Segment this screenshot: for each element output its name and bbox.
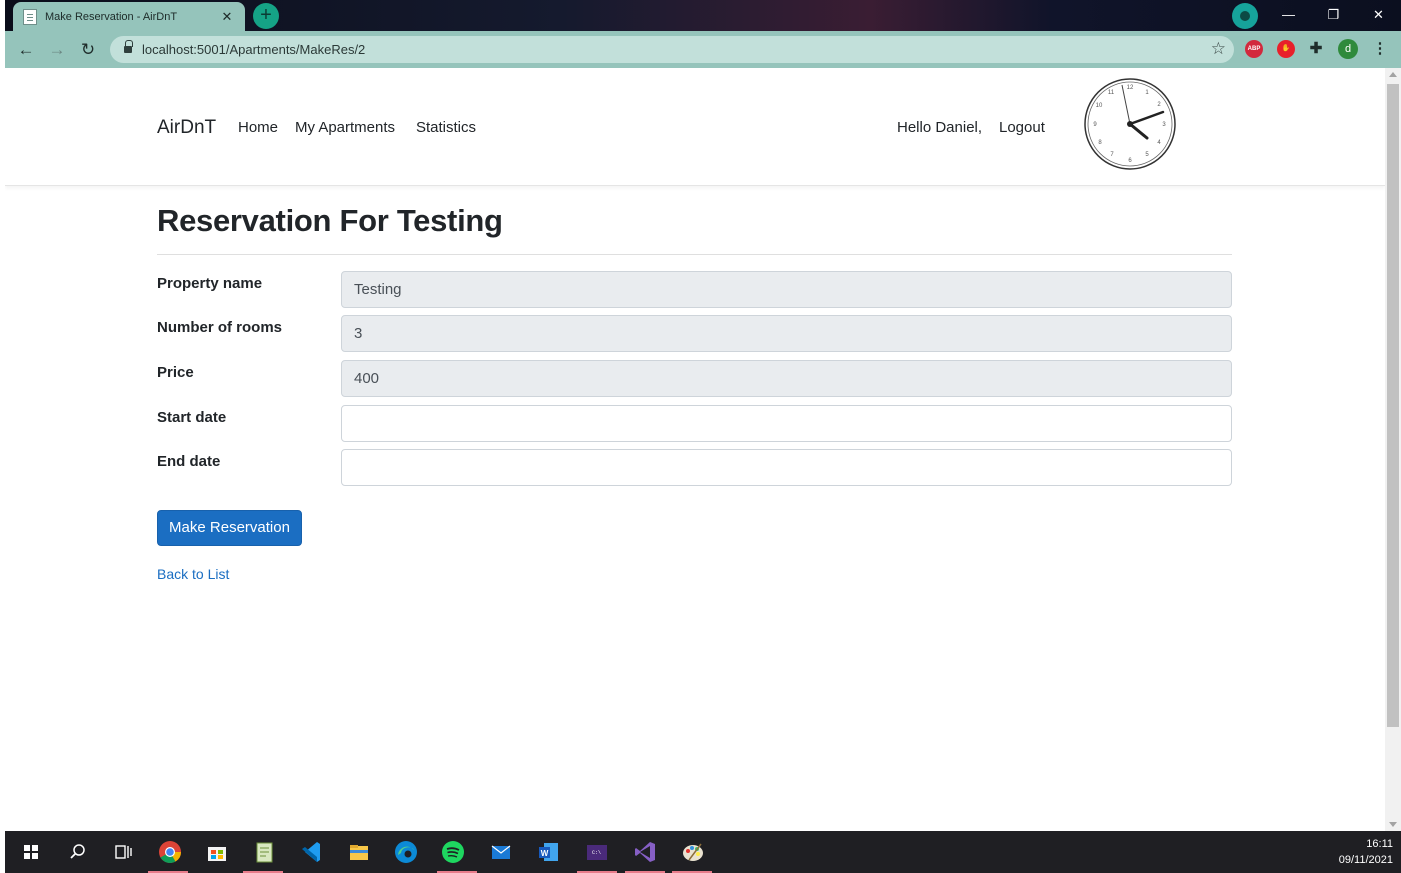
word-icon[interactable]: W xyxy=(535,838,563,866)
restore-button[interactable]: ❐ xyxy=(1311,0,1356,31)
site-navbar: AirDnT Home My Apartments Statistics Hel… xyxy=(5,68,1385,186)
start-date-field[interactable] xyxy=(341,405,1232,442)
svg-text:11: 11 xyxy=(1108,90,1115,96)
number-of-rooms-label: Number of rooms xyxy=(157,319,283,336)
search-icon[interactable] xyxy=(63,838,91,866)
user-greeting: Hello Daniel, xyxy=(897,119,983,136)
bookmark-star-icon[interactable]: ☆ xyxy=(1211,39,1226,59)
page-scrollbar[interactable] xyxy=(1385,68,1401,831)
back-to-list-link[interactable]: Back to List xyxy=(157,566,229,582)
paint-icon[interactable] xyxy=(679,838,707,866)
notepad-plus-icon[interactable] xyxy=(250,838,278,866)
url-text[interactable]: localhost:5001/Apartments/MakeRes/2 xyxy=(142,42,365,57)
edge-icon[interactable] xyxy=(392,838,420,866)
svg-text:C:\: C:\ xyxy=(592,850,601,856)
windows-start-icon[interactable] xyxy=(17,838,45,866)
web-page: AirDnT Home My Apartments Statistics Hel… xyxy=(5,68,1385,831)
close-tab-icon[interactable]: ✕ xyxy=(219,9,235,25)
browser-menu-icon[interactable]: ⋮ xyxy=(1371,40,1389,58)
number-of-rooms-field[interactable]: 3 xyxy=(341,315,1232,352)
end-date-label: End date xyxy=(157,453,221,470)
terminal-icon[interactable]: C:\ xyxy=(583,838,611,866)
form-row-number-of-rooms: Number of rooms 3 xyxy=(157,315,1232,352)
window-controls: — ❐ ✕ xyxy=(1266,0,1401,31)
nav-link-my-apartments[interactable]: My Apartments xyxy=(295,119,395,136)
make-reservation-button[interactable]: Make Reservation xyxy=(157,510,302,546)
logout-link[interactable]: Logout xyxy=(999,119,1045,136)
extensions-puzzle-icon[interactable]: ✚ xyxy=(1307,40,1325,58)
forward-button[interactable]: → xyxy=(46,39,68,61)
form-row-start-date: Start date xyxy=(157,405,1232,442)
svg-text:12: 12 xyxy=(1127,85,1134,91)
screen: Make Reservation - AirDnT ✕ + — ❐ ✕ ← → … xyxy=(0,0,1401,873)
address-bar[interactable]: localhost:5001/Apartments/MakeRes/2 ☆ xyxy=(110,36,1234,63)
reload-button[interactable]: ↻ xyxy=(77,39,99,61)
visual-studio-icon[interactable] xyxy=(631,838,659,866)
task-view-icon[interactable] xyxy=(109,838,137,866)
divider xyxy=(157,254,1232,255)
profile-icon[interactable] xyxy=(1232,3,1258,29)
form-row-price: Price 400 xyxy=(157,360,1232,397)
store-icon[interactable] xyxy=(203,838,231,866)
svg-text:W: W xyxy=(541,849,549,858)
new-tab-button[interactable]: + xyxy=(253,3,279,29)
end-date-field[interactable] xyxy=(341,449,1232,486)
vscode-icon[interactable] xyxy=(297,838,325,866)
spotify-icon[interactable] xyxy=(439,838,467,866)
price-field[interactable]: 400 xyxy=(341,360,1232,397)
page-title: Reservation For Testing xyxy=(157,203,503,238)
price-label: Price xyxy=(157,364,194,381)
system-date: 09/11/2021 xyxy=(1338,854,1393,866)
analog-clock-icon: 12 1 2 3 4 5 6 7 8 9 10 11 xyxy=(1084,78,1176,170)
browser-toolbar: ← → ↻ localhost:5001/Apartments/MakeRes/… xyxy=(5,31,1401,68)
site-brand[interactable]: AirDnT xyxy=(157,117,216,139)
property-name-label: Property name xyxy=(157,275,263,292)
scroll-down-icon[interactable] xyxy=(1389,822,1397,827)
user-avatar[interactable]: d xyxy=(1338,39,1358,59)
stop-extension-icon[interactable]: ✋ xyxy=(1277,40,1295,58)
form-row-end-date: End date xyxy=(157,449,1232,486)
system-clock[interactable]: 16:11 09/11/2021 xyxy=(1339,836,1393,868)
tab-title: Make Reservation - AirDnT xyxy=(45,10,178,23)
back-button[interactable]: ← xyxy=(15,39,37,61)
page-icon xyxy=(23,8,37,25)
file-explorer-icon[interactable] xyxy=(345,838,373,866)
lock-icon[interactable] xyxy=(124,40,133,54)
nav-link-statistics[interactable]: Statistics xyxy=(416,119,476,136)
property-name-field[interactable]: Testing xyxy=(341,271,1232,308)
mail-icon[interactable] xyxy=(487,838,515,866)
windows-taskbar: W C:\ 16:11 09/11/2021 xyxy=(5,831,1401,873)
adblock-extension-icon[interactable]: ABP xyxy=(1245,40,1263,58)
start-date-label: Start date xyxy=(157,409,227,426)
minimize-button[interactable]: — xyxy=(1266,0,1311,31)
svg-text:10: 10 xyxy=(1096,103,1103,109)
scroll-up-icon[interactable] xyxy=(1389,72,1397,77)
chrome-icon[interactable] xyxy=(156,838,184,866)
browser-tab[interactable]: Make Reservation - AirDnT ✕ xyxy=(13,2,245,31)
close-window-button[interactable]: ✕ xyxy=(1356,0,1401,31)
system-time: 16:11 xyxy=(1366,838,1393,850)
scroll-thumb[interactable] xyxy=(1387,84,1399,727)
nav-link-home[interactable]: Home xyxy=(238,119,278,136)
browser-titlebar: Make Reservation - AirDnT ✕ + — ❐ ✕ xyxy=(5,0,1401,31)
form-row-property-name: Property name Testing xyxy=(157,271,1232,308)
